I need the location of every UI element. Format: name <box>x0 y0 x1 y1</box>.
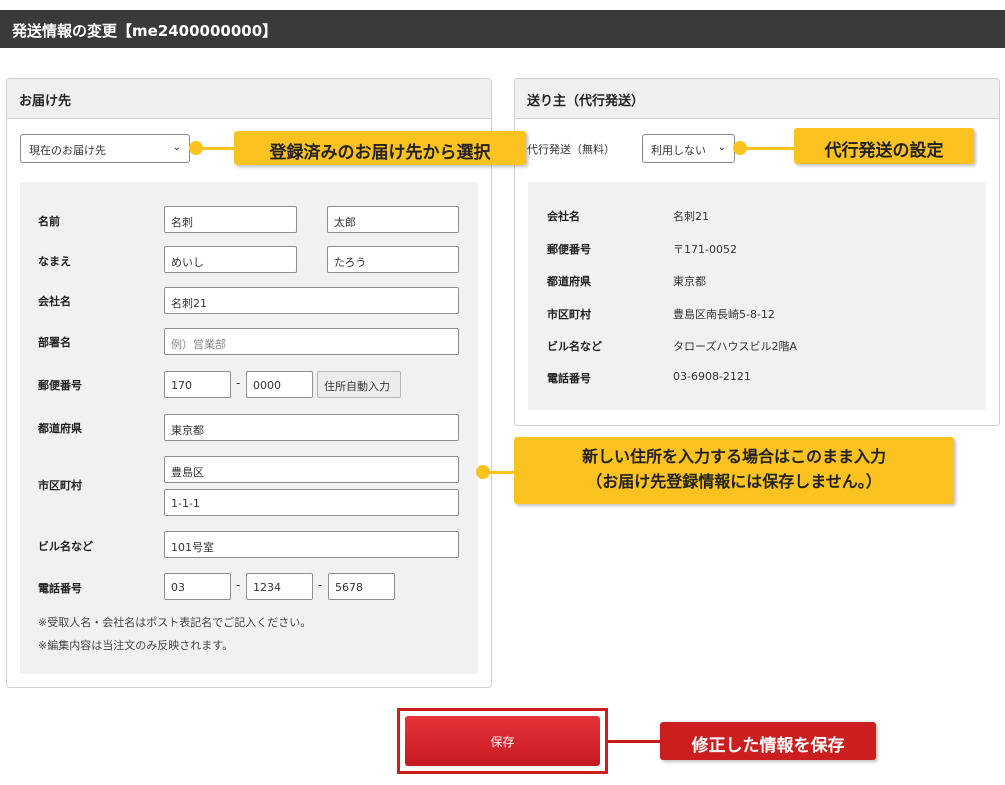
sender-info <box>528 182 986 410</box>
callout-new-address-line1: 新しい住所を入力する場合はこのまま入力 <box>581 447 886 466</box>
callout-new-address: 新しい住所を入力する場合はこのまま入力 （お届け先登録情報には保存しません。） <box>514 437 954 504</box>
department-label: 部署名 <box>38 336 71 349</box>
phone2-input[interactable]: 1234 <box>246 573 313 600</box>
postal2-input[interactable]: 0000 <box>246 371 313 398</box>
phone-label: 電話番号 <box>38 582 82 595</box>
callout-select-saved: 登録済みのお届け先から選択 <box>234 131 526 165</box>
sender-building-value: タローズハウスビル2階A <box>673 340 797 353</box>
sender-postal-label: 郵便番号 <box>547 243 591 256</box>
company-input[interactable]: 名刺21 <box>164 287 459 314</box>
prefecture-input[interactable]: 東京都 <box>164 414 459 441</box>
sender-company-value: 名刺21 <box>673 210 709 223</box>
auto-address-button[interactable]: 住所自動入力 <box>317 371 401 398</box>
proxy-select-value: 利用しない <box>651 144 706 157</box>
sender-postal-value: 〒171-0052 <box>673 243 737 256</box>
callout-new-address-line2: （お届け先登録情報には保存しません。） <box>586 472 882 491</box>
recipient-panel-title: お届け先 <box>7 79 491 119</box>
first-name-input[interactable]: 太郎 <box>327 206 459 233</box>
chevron-down-icon: ⌄ <box>172 142 181 153</box>
postal-dash: - <box>236 376 241 390</box>
phone-dash-1: - <box>236 578 241 592</box>
building-label: ビル名など <box>38 540 93 553</box>
saved-address-select[interactable]: 現在のお届け先 ⌄ <box>20 134 190 163</box>
city-label: 市区町村 <box>38 479 82 492</box>
callout-line-select <box>200 147 236 150</box>
first-kana-input[interactable]: たろう <box>327 246 459 273</box>
sender-prefecture-value: 東京都 <box>673 275 706 288</box>
sender-city-label: 市区町村 <box>547 308 591 321</box>
callout-proxy-settings: 代行発送の設定 <box>794 128 974 164</box>
phone3-input[interactable]: 5678 <box>328 573 395 600</box>
city2-input[interactable]: 1-1-1 <box>164 489 459 516</box>
note-postname: ※受取人名・会社名はポスト表記名でご記入ください。 <box>38 616 312 629</box>
note-order-only: ※編集内容は当注文のみ反映されます。 <box>38 639 234 652</box>
department-input[interactable]: 例）営業部 <box>164 328 459 355</box>
sender-panel-title: 送り主（代行発送） <box>515 79 999 119</box>
sender-city-value: 豊島区南長崎5-8-12 <box>673 308 775 321</box>
postal1-input[interactable]: 170 <box>164 371 231 398</box>
prefecture-label: 都道府県 <box>38 422 82 435</box>
phone-dash-2: - <box>318 578 323 592</box>
sender-building-label: ビル名など <box>547 340 602 353</box>
callout-line-save <box>608 740 664 743</box>
last-kana-input[interactable]: めいし <box>164 246 297 273</box>
proxy-select[interactable]: 利用しない ⌄ <box>642 134 735 163</box>
building-input[interactable]: 101号室 <box>164 531 459 558</box>
sender-phone-label: 電話番号 <box>547 372 591 385</box>
callout-save-info: 修正した情報を保存 <box>660 722 876 760</box>
postal-label: 郵便番号 <box>38 379 82 392</box>
city1-input[interactable]: 豊島区 <box>164 456 459 483</box>
name-label: 名前 <box>38 215 60 228</box>
proxy-label: 代行発送（無料） <box>527 143 615 156</box>
last-name-input[interactable]: 名刺 <box>164 206 297 233</box>
saved-address-select-value: 現在のお届け先 <box>29 144 106 157</box>
callout-line-address <box>488 471 516 474</box>
sender-company-label: 会社名 <box>547 210 580 223</box>
company-label: 会社名 <box>38 295 71 308</box>
page-header: 発送情報の変更【me2400000000】 <box>0 10 1005 48</box>
callout-line-proxy <box>744 147 796 150</box>
sender-prefecture-label: 都道府県 <box>547 275 591 288</box>
sender-phone-value: 03-6908-2121 <box>673 370 751 383</box>
page-title: 発送情報の変更【me2400000000】 <box>12 22 278 40</box>
chevron-down-icon: ⌄ <box>717 142 726 153</box>
save-button[interactable]: 保存 <box>405 716 600 766</box>
kana-label: なまえ <box>38 255 71 268</box>
phone1-input[interactable]: 03 <box>164 573 231 600</box>
